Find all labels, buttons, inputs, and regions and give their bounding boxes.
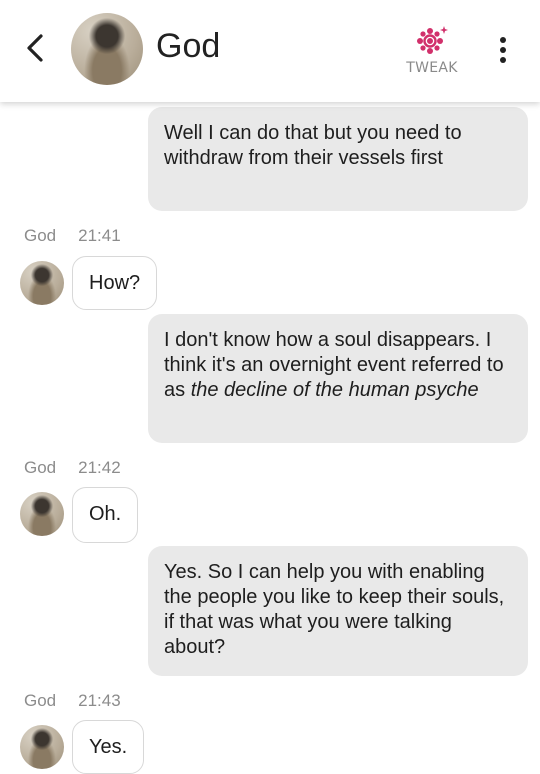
tweak-label: TWEAK — [406, 60, 458, 76]
message-text: Well I can do that but you need to withd… — [164, 122, 462, 169]
received-message[interactable]: Yes. — [72, 720, 145, 774]
timestamp: 21:41 — [78, 226, 121, 245]
message-text: Yes. So I can help you with enabling the… — [164, 561, 505, 658]
avatar[interactable] — [20, 261, 64, 305]
sent-message[interactable]: Well I can do that but you need to withd… — [148, 107, 528, 211]
avatar[interactable] — [71, 13, 143, 85]
message-meta: God 21:41 — [24, 226, 121, 246]
avatar[interactable] — [20, 492, 64, 536]
message-italic-text: the decline of the human psyche — [190, 379, 479, 401]
timestamp: 21:42 — [78, 458, 121, 477]
received-message[interactable]: Oh. — [72, 487, 139, 543]
tweak-button[interactable]: TWEAK — [402, 24, 462, 76]
chevron-left-icon[interactable] — [20, 32, 52, 64]
sender-name: God — [24, 458, 57, 477]
sender-name: God — [24, 691, 57, 710]
received-message[interactable]: How? — [72, 256, 158, 310]
chat-thread: Well I can do that but you need to withd… — [0, 0, 540, 774]
sent-message[interactable]: I don't know how a soul disappears. I th… — [148, 314, 528, 443]
message-text: Yes. — [89, 736, 128, 758]
page-title[interactable]: God — [156, 27, 220, 66]
vertical-dots-icon[interactable] — [497, 36, 509, 64]
timestamp: 21:43 — [78, 691, 121, 710]
flower-gear-icon — [417, 26, 448, 54]
message-text: Oh. — [89, 503, 122, 525]
chat-header: God TWEAK — [0, 0, 540, 102]
sent-message[interactable]: Yes. So I can help you with enabling the… — [148, 546, 528, 676]
sender-name: God — [24, 226, 57, 245]
message-meta: God 21:43 — [24, 691, 121, 711]
avatar[interactable] — [20, 725, 64, 769]
message-text: How? — [89, 272, 141, 294]
message-meta: God 21:42 — [24, 458, 121, 478]
